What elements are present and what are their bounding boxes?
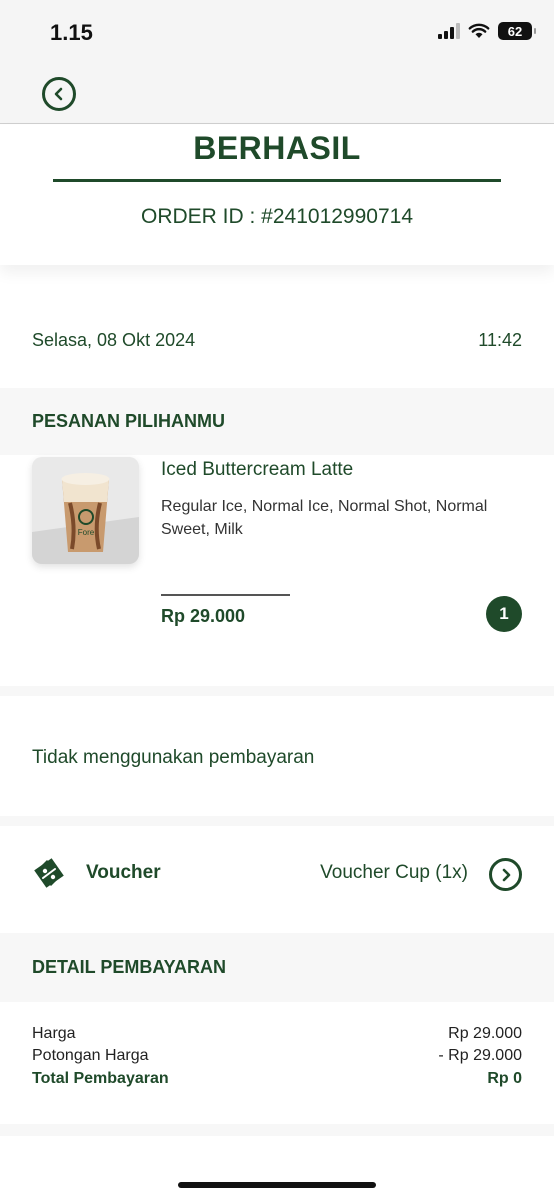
order-status-title: BERHASIL — [193, 130, 361, 166]
order-id: ORDER ID : #241012990714 — [0, 205, 554, 229]
status-time: 1.15 — [50, 20, 93, 45]
section-divider — [0, 1124, 554, 1136]
payment-row-value: Rp 0 — [487, 1070, 522, 1087]
chevron-right-icon — [502, 868, 510, 881]
order-section-header: PESANAN PILIHANMU — [0, 388, 554, 455]
status-bar: 1.15 62 — [0, 0, 554, 66]
chevron-left-icon — [54, 87, 63, 101]
order-date: Selasa, 08 Okt 2024 — [32, 330, 196, 350]
order-time: 11:42 — [478, 330, 522, 350]
order-date-row: Selasa, 08 Okt 2024 11:42 — [32, 330, 522, 351]
product-name: Iced Buttercream Latte — [161, 459, 354, 480]
section-divider — [0, 686, 554, 696]
payment-row-label: Harga — [32, 1025, 76, 1042]
order-section-title: PESANAN PILIHANMU — [32, 411, 226, 431]
payment-row-discount: Potongan Harga - Rp 29.000 — [32, 1047, 522, 1065]
product-logo-text: Fore — [78, 528, 95, 537]
payment-row-value: Rp 29.000 — [448, 1025, 522, 1042]
back-button[interactable] — [42, 77, 76, 111]
cellular-signal-icon — [438, 23, 460, 39]
payment-method-text: Tidak menggunakan pembayaran — [32, 747, 315, 768]
payment-row-total: Total Pembayaran Rp 0 — [32, 1070, 522, 1088]
battery-icon: 62 — [498, 22, 536, 40]
product-options: Regular Ice, Normal Ice, Normal Shot, No… — [161, 498, 488, 538]
voucher-percent-icon — [34, 858, 64, 888]
voucher-label: Voucher — [86, 862, 161, 883]
order-id-prefix: ORDER ID : — [140, 205, 262, 228]
section-divider — [0, 816, 554, 826]
product-image: Fore — [32, 457, 139, 564]
payment-detail-header: DETAIL PEMBAYARAN — [0, 933, 554, 1002]
app-header — [0, 66, 554, 124]
payment-row-label: Total Pembayaran — [32, 1070, 169, 1087]
payment-detail-title: DETAIL PEMBAYARAN — [32, 957, 227, 977]
order-id-value: #241012990714 — [261, 205, 414, 228]
price-divider — [161, 594, 290, 596]
title-underline — [53, 179, 501, 182]
system-icons: 62 — [438, 22, 536, 40]
payment-row-price: Harga Rp 29.000 — [32, 1025, 522, 1043]
order-status-card: BERHASIL ORDER ID : #241012990714 — [0, 125, 554, 265]
quantity-badge: 1 — [486, 596, 522, 632]
voucher-value[interactable]: Voucher Cup (1x) — [320, 862, 468, 884]
payment-row-label: Potongan Harga — [32, 1047, 149, 1064]
payment-row-value: - Rp 29.000 — [438, 1047, 522, 1064]
voucher-detail-button[interactable] — [489, 858, 522, 891]
product-price: Rp 29.000 — [161, 606, 246, 626]
home-indicator[interactable] — [178, 1182, 376, 1188]
iced-latte-cup-image: Fore — [32, 457, 139, 564]
wifi-icon — [468, 23, 490, 38]
